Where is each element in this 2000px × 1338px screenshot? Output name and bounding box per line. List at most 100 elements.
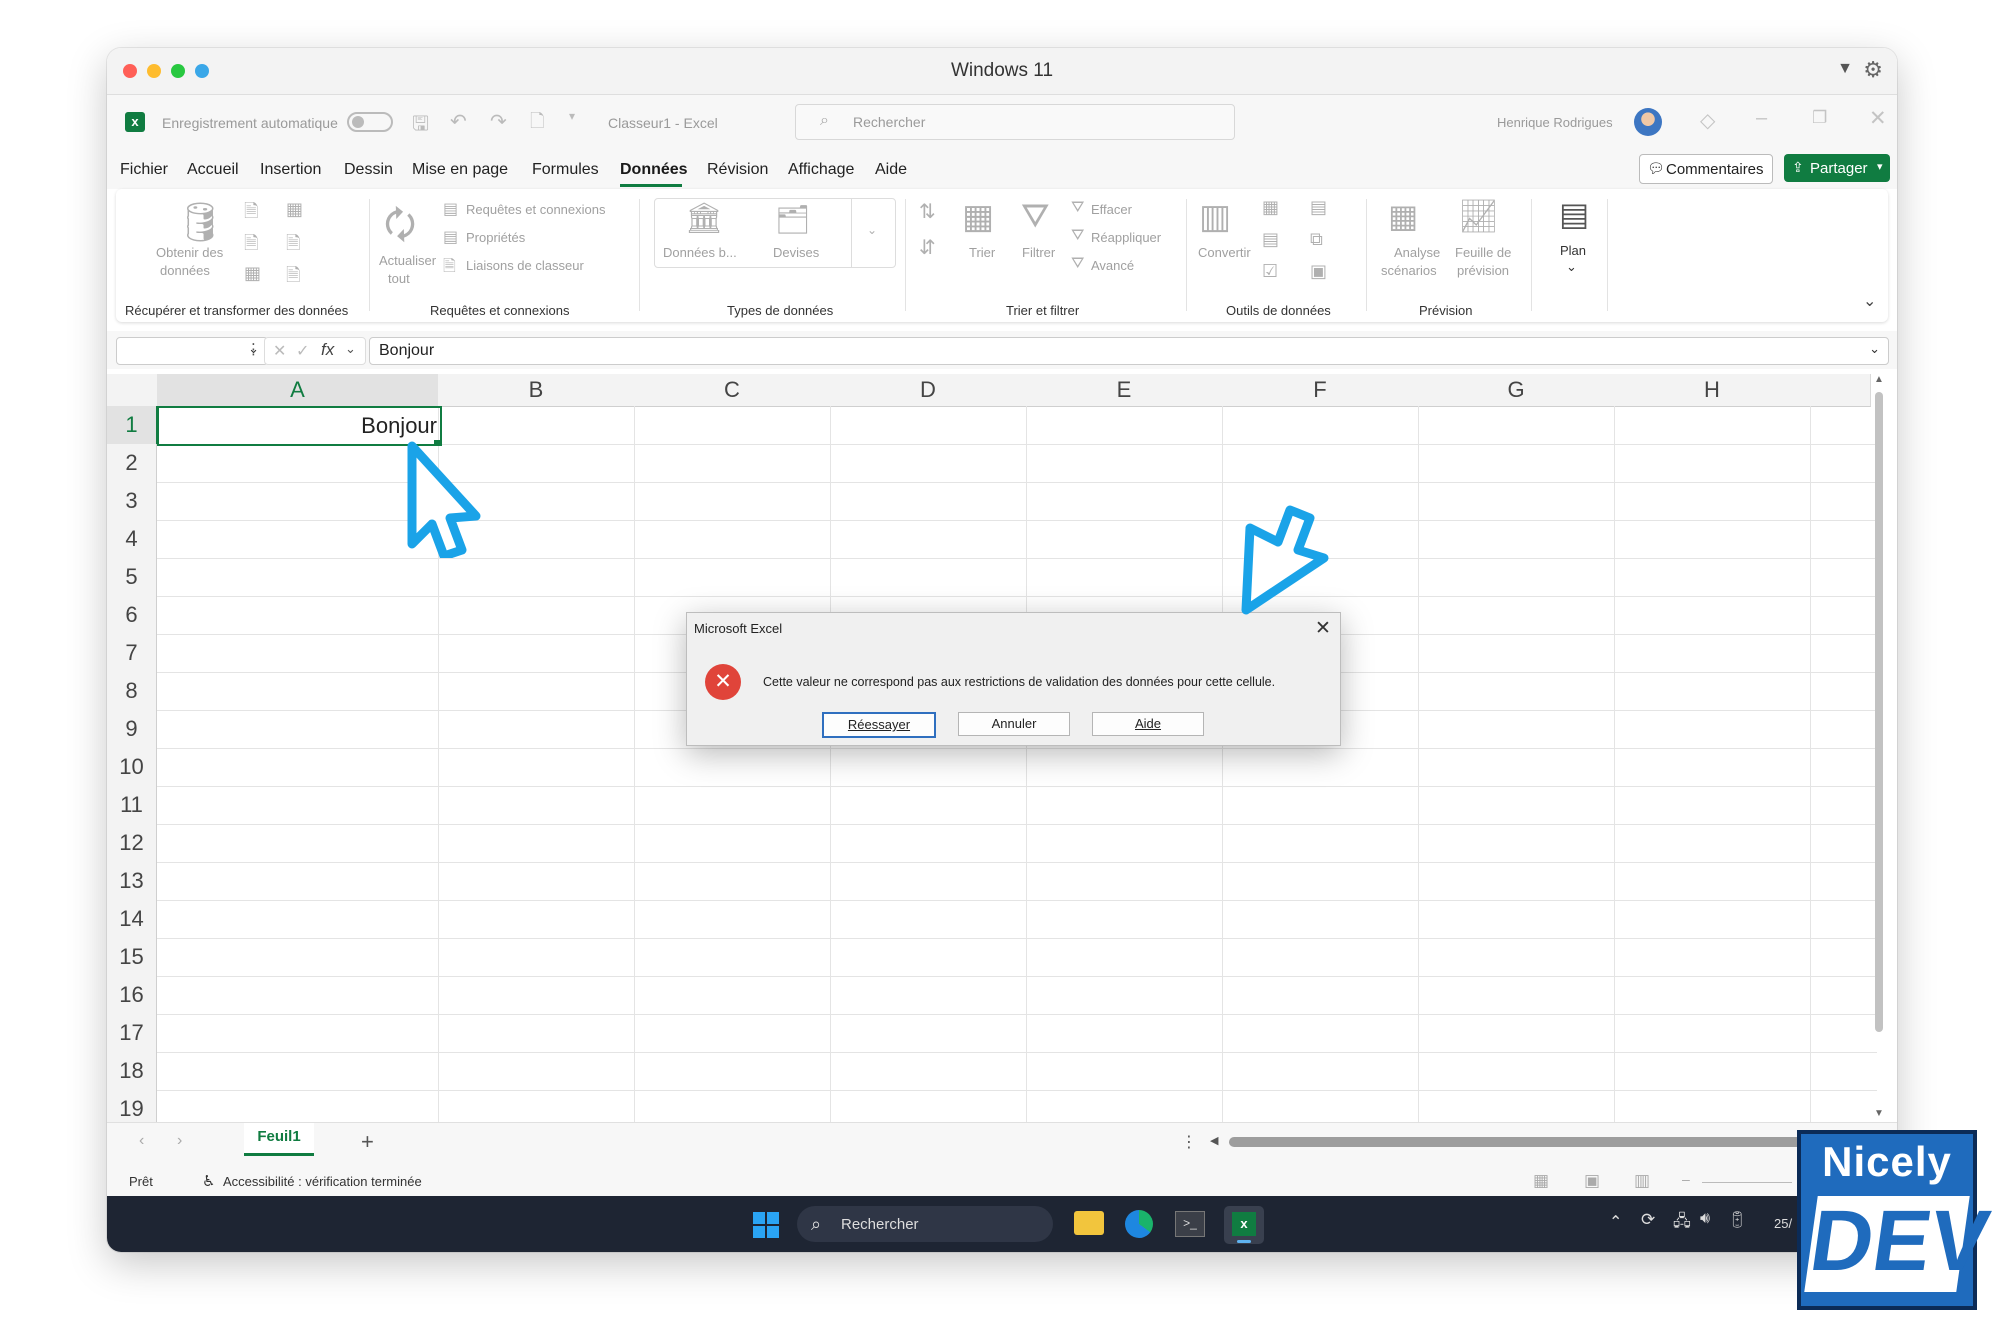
col-header-e[interactable]: E <box>1026 374 1223 407</box>
existing-connections-icon[interactable]: 🗎 <box>286 231 300 261</box>
tab-mise-en-page[interactable]: Mise en page <box>412 161 508 179</box>
forecast-label-2[interactable]: prévision <box>1457 263 1509 278</box>
row-header-13[interactable]: 13 <box>107 862 157 901</box>
data-validation-icon[interactable]: ☑ <box>1262 261 1278 282</box>
help-button[interactable]: Aide <box>1092 712 1204 736</box>
tab-insertion[interactable]: Insertion <box>260 161 321 179</box>
data-types-gallery[interactable]: 🏛︎ Données b... 🗂︎ Devises ⌄ <box>654 198 896 268</box>
gallery-expand-icon[interactable]: ⌄ <box>867 223 877 237</box>
taskbar-search[interactable]: ⌕ Rechercher <box>797 1206 1053 1242</box>
clear-filter-icon[interactable]: ⛛ <box>1071 199 1084 217</box>
scroll-left-arrow-icon[interactable]: ◀ <box>1210 1134 1218 1147</box>
col-header-b[interactable]: B <box>438 374 635 407</box>
filter-button[interactable]: Filtrer <box>1022 245 1055 260</box>
volume-icon[interactable]: 🔊︎ <box>1700 1210 1710 1228</box>
consolidate-icon[interactable]: ▤ <box>1310 197 1327 218</box>
advanced-button[interactable]: Avancé <box>1091 258 1134 273</box>
edge-icon[interactable] <box>1125 1210 1153 1238</box>
clear-button[interactable]: Effacer <box>1091 202 1132 217</box>
select-all-corner[interactable] <box>107 374 158 407</box>
recent-sources-icon[interactable]: ▦ <box>286 199 303 220</box>
forecast-sheet-icon[interactable]: 📈︎ <box>1458 197 1499 235</box>
row-header-9[interactable]: 9 <box>107 710 157 749</box>
cancel-entry-icon[interactable]: ✕ <box>273 341 286 361</box>
whatif-label[interactable]: Analyse <box>1394 245 1440 260</box>
tab-formules[interactable]: Formules <box>532 161 599 179</box>
row-header-7[interactable]: 7 <box>107 634 157 673</box>
outline-icon[interactable]: ▤ <box>1559 195 1589 233</box>
row-header-14[interactable]: 14 <box>107 900 157 939</box>
restore-icon[interactable]: ❐ <box>1812 108 1827 128</box>
queries-connections-button[interactable]: Requêtes et connexions <box>466 202 605 217</box>
minimize-icon[interactable]: – <box>1756 107 1767 130</box>
from-picture-icon[interactable]: 🗎 <box>286 263 300 293</box>
new-doc-icon[interactable]: 🗋 <box>530 109 544 139</box>
sync-icon[interactable]: ⟳ <box>1641 1210 1655 1230</box>
tab-dessin[interactable]: Dessin <box>344 161 393 179</box>
vertical-scrollbar-thumb[interactable] <box>1875 392 1883 1032</box>
page-break-view-icon[interactable]: ▥ <box>1634 1171 1650 1191</box>
text-to-columns-icon[interactable]: ▥ <box>1199 197 1231 237</box>
get-data-label-2[interactable]: données <box>160 263 210 278</box>
tab-revision[interactable]: Révision <box>707 161 768 179</box>
row-header-5[interactable]: 5 <box>107 558 157 597</box>
undo-icon[interactable]: ↶ <box>450 109 467 134</box>
row-header-8[interactable]: 8 <box>107 672 157 711</box>
sort-icon[interactable]: ▦ <box>962 197 994 237</box>
row-header-18[interactable]: 18 <box>107 1052 157 1091</box>
from-web-icon[interactable]: 🗎 <box>244 231 258 261</box>
zoom-slider[interactable] <box>1702 1182 1792 1183</box>
dropdown-triangle-icon[interactable]: ▼ <box>1837 60 1853 78</box>
ribbon-collapse-icon[interactable]: ⌄ <box>1863 291 1876 311</box>
dialog-close-icon[interactable]: ✕ <box>1315 617 1331 640</box>
data-model-icon[interactable]: ▣ <box>1310 261 1327 282</box>
refresh-label[interactable]: Actualiser <box>379 253 436 268</box>
row-header-6[interactable]: 6 <box>107 596 157 635</box>
sort-az-icon[interactable]: ⇅ <box>919 199 936 224</box>
row-header-15[interactable]: 15 <box>107 938 157 977</box>
row-header-3[interactable]: 3 <box>107 482 157 521</box>
file-explorer-icon[interactable] <box>1074 1211 1104 1235</box>
next-sheet-icon[interactable]: › <box>177 1132 182 1150</box>
advanced-filter-icon[interactable]: ⛛ <box>1071 255 1084 273</box>
autosave-toggle[interactable] <box>347 112 393 132</box>
flash-fill-icon[interactable]: ▦ <box>1262 197 1279 218</box>
scroll-up-arrow-icon[interactable]: ▲ <box>1874 374 1884 385</box>
workbook-links-button[interactable]: Liaisons de classeur <box>466 258 584 273</box>
row-header-10[interactable]: 10 <box>107 748 157 787</box>
accessibility-status[interactable]: Accessibilité : vérification terminée <box>223 1174 422 1189</box>
network-icon[interactable]: 🖧︎ <box>1673 1210 1691 1237</box>
tray-chevron-up-icon[interactable]: ⌃ <box>1609 1212 1622 1232</box>
search-box[interactable]: ⌕ Rechercher <box>795 104 1235 140</box>
customize-qat-icon[interactable]: ▾ <box>569 109 575 123</box>
properties-button[interactable]: Propriétés <box>466 230 525 245</box>
worksheet-grid[interactable]: A B C D E F G H 1 2 3 4 5 6 7 8 9 10 11 … <box>107 374 1884 1129</box>
avatar[interactable] <box>1634 108 1662 136</box>
add-sheet-button[interactable]: + <box>361 1129 374 1155</box>
queries-icon[interactable]: ▤ <box>443 199 458 219</box>
sheet-tab-feuil1[interactable]: Feuil1 <box>244 1123 314 1156</box>
row-header-2[interactable]: 2 <box>107 444 157 483</box>
save-icon[interactable]: 🖫 <box>412 109 429 143</box>
horizontal-scrollbar-thumb[interactable] <box>1229 1137 1869 1147</box>
close-window-icon[interactable]: ✕ <box>1869 106 1887 131</box>
outline-chevron-icon[interactable]: ⌄ <box>1566 259 1577 275</box>
from-text-icon[interactable]: 🗎 <box>244 199 258 229</box>
windows-start-icon[interactable] <box>753 1212 779 1238</box>
whatif-label-2[interactable]: scénarios <box>1381 263 1437 278</box>
confirm-entry-icon[interactable]: ✓ <box>296 341 309 361</box>
links-icon[interactable]: 🗎 <box>443 255 456 282</box>
from-table-icon[interactable]: ▦ <box>244 263 261 284</box>
outline-button[interactable]: Plan <box>1560 243 1586 258</box>
properties-icon[interactable]: ▤ <box>443 227 458 247</box>
row-header-16[interactable]: 16 <box>107 976 157 1015</box>
relationships-icon[interactable]: ⧉ <box>1310 229 1323 250</box>
col-header-c[interactable]: C <box>634 374 831 407</box>
tab-donnees[interactable]: Données <box>620 161 688 179</box>
col-header-a[interactable]: A <box>157 374 439 408</box>
fx-icon[interactable]: fx <box>321 340 334 360</box>
reapply-button[interactable]: Réappliquer <box>1091 230 1161 245</box>
gear-icon[interactable]: ⚙ <box>1863 57 1883 83</box>
col-header-h[interactable]: H <box>1614 374 1811 407</box>
row-header-17[interactable]: 17 <box>107 1014 157 1053</box>
